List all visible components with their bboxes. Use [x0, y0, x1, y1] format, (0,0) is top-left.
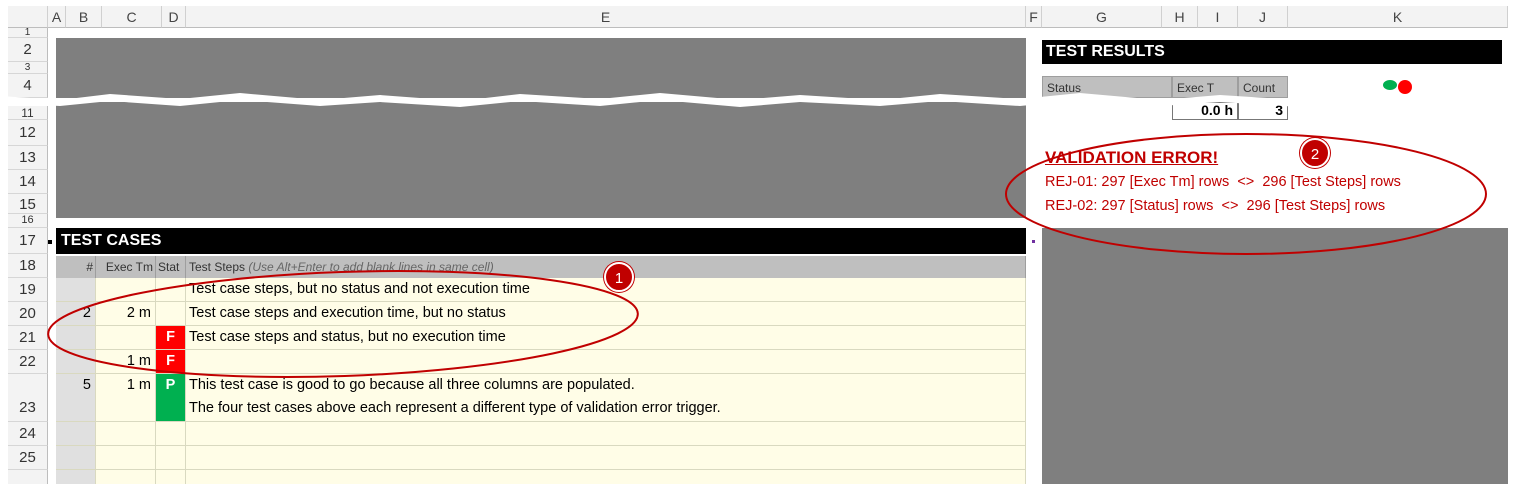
torn-edge-top	[8, 93, 1508, 107]
callout-marker-1: 1	[604, 262, 634, 292]
callout-ellipse-validation	[1005, 133, 1487, 255]
annotation-overlay	[47, 133, 1487, 378]
spreadsheet: A B C D E F G H I J K 1 2 3 4 TEST RESUL…	[8, 6, 1508, 484]
callout-ellipse-test-cases	[47, 270, 639, 378]
callout-marker-2: 2	[1300, 138, 1330, 168]
